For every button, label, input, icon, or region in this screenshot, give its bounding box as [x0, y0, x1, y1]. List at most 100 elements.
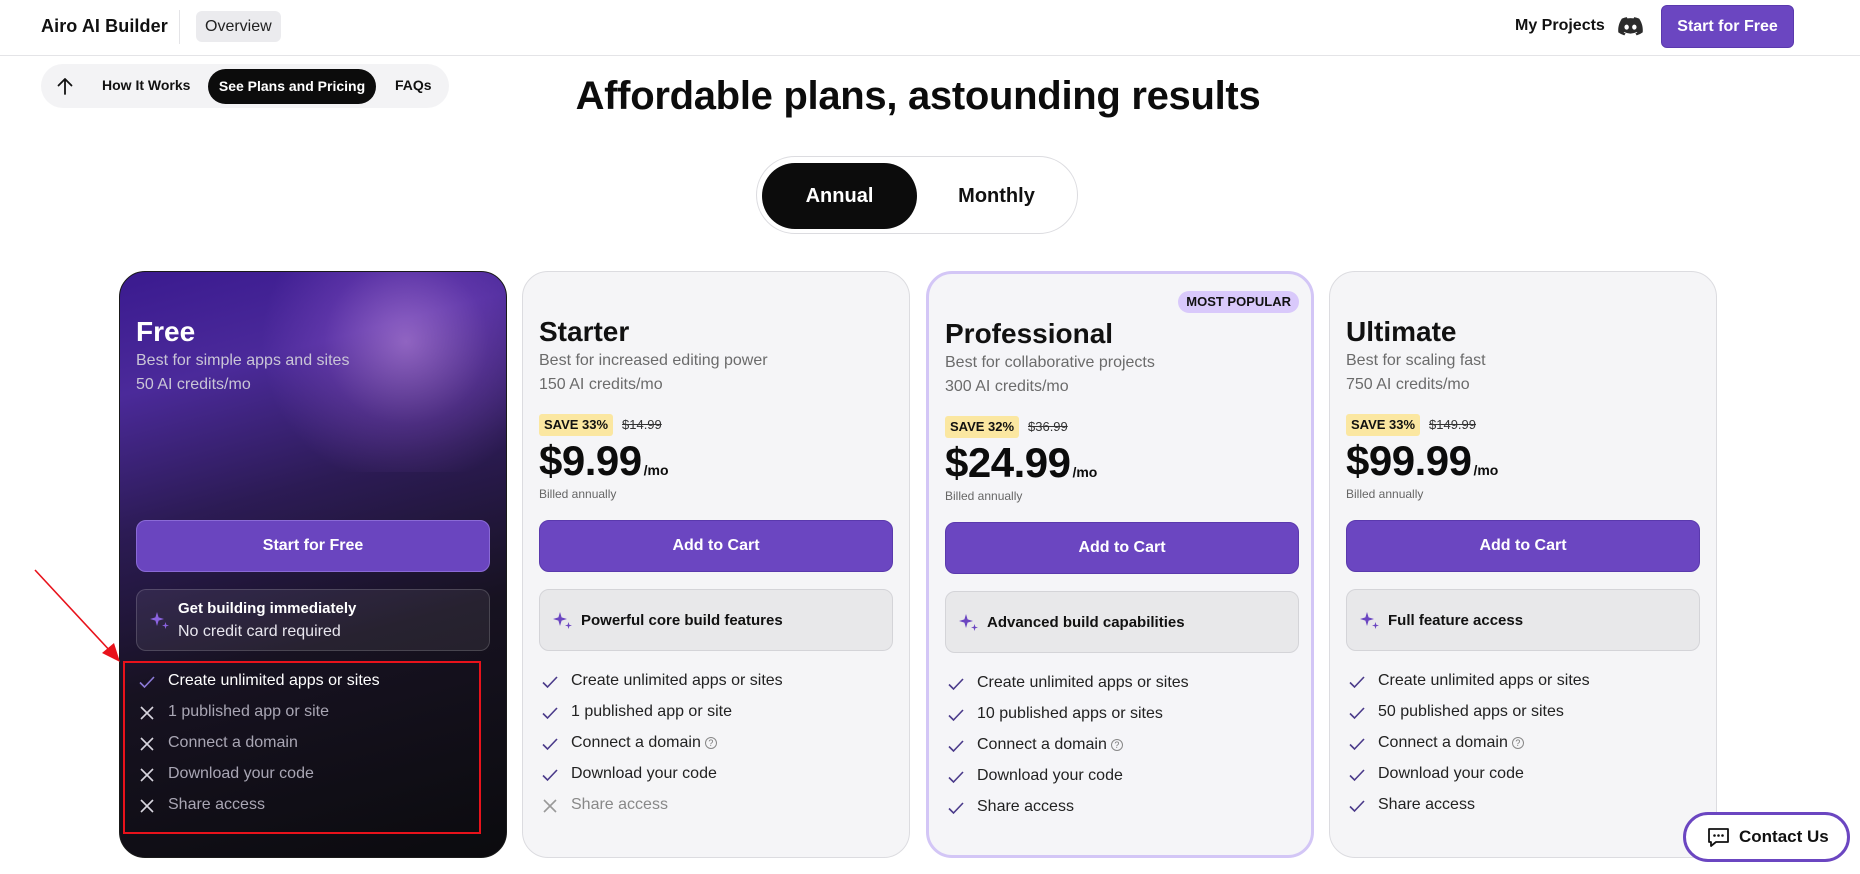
plan-description: Best for collaborative projects — [945, 354, 1155, 371]
contact-us-button[interactable]: Contact Us — [1683, 812, 1850, 862]
billing-note: Billed annually — [945, 489, 1023, 503]
plan-card-professional: MOST POPULAR Professional Best for colla… — [926, 271, 1314, 858]
add-to-cart-button[interactable]: Add to Cart — [945, 522, 1299, 574]
feature-text: Create unlimited apps or sites — [1378, 672, 1590, 689]
feature-highlight: Full feature access — [1346, 589, 1700, 651]
overview-tab[interactable]: Overview — [196, 11, 281, 42]
feature-text: Share access — [977, 798, 1074, 815]
list-item: 10 published apps or sites — [945, 702, 1305, 733]
add-to-cart-button[interactable]: Add to Cart — [1346, 520, 1700, 572]
feature-text: Share access — [1378, 796, 1475, 813]
my-projects-link[interactable]: My Projects — [1515, 17, 1605, 35]
plan-price: $99.99/mo — [1346, 437, 1498, 485]
sparkle-icon — [553, 612, 572, 629]
feature-text: Connect a domain? — [1378, 734, 1524, 752]
price-amount: $9.99 — [539, 437, 642, 484]
contact-us-label: Contact Us — [1739, 827, 1829, 846]
info-icon[interactable]: ? — [1110, 739, 1123, 751]
list-item: Connect a domain? — [539, 731, 899, 762]
plan-name: Starter — [539, 316, 630, 347]
list-item: Download your code — [1346, 762, 1706, 793]
feature-highlight: Get building immediately No credit card … — [136, 589, 490, 651]
chat-bubble-icon — [1708, 828, 1729, 847]
feature-list: Create unlimited apps or sites 50 publis… — [1346, 669, 1706, 824]
info-icon[interactable]: ? — [1511, 737, 1524, 749]
save-badge: SAVE 33% — [1346, 414, 1421, 436]
plan-description: Best for scaling fast — [1346, 352, 1486, 369]
add-to-cart-button[interactable]: Add to Cart — [539, 520, 893, 572]
check-icon — [1349, 800, 1365, 813]
most-popular-badge: MOST POPULAR — [1178, 291, 1299, 313]
feature-text: Download your code — [977, 767, 1123, 784]
check-icon — [1349, 769, 1365, 782]
plan-credits: 300 AI credits/mo — [945, 378, 1069, 395]
check-icon — [542, 769, 558, 782]
top-bar: Airo AI Builder Overview My Projects Sta… — [0, 0, 1860, 56]
feature-text: 10 published apps or sites — [977, 705, 1163, 722]
x-icon — [543, 799, 557, 813]
check-icon — [948, 802, 964, 815]
start-for-free-header-button[interactable]: Start for Free — [1661, 5, 1794, 48]
price-period: /mo — [643, 462, 669, 478]
check-icon — [1349, 707, 1365, 720]
plan-credits: 750 AI credits/mo — [1346, 376, 1470, 393]
list-item: Download your code — [945, 764, 1305, 795]
header-divider — [179, 10, 180, 44]
list-item: Create unlimited apps or sites — [945, 671, 1305, 702]
plan-description: Best for simple apps and sites — [136, 352, 350, 369]
billing-note: Billed annually — [539, 487, 617, 501]
feature-label: Connect a domain — [571, 734, 701, 751]
feature-text: 1 published app or site — [571, 703, 732, 720]
list-item: Create unlimited apps or sites — [1346, 669, 1706, 700]
feature-label: Connect a domain — [977, 736, 1107, 753]
save-badge: SAVE 33% — [539, 414, 614, 436]
list-item: 50 published apps or sites — [1346, 700, 1706, 731]
sparkle-icon — [959, 614, 978, 631]
feature-text: Connect a domain? — [571, 734, 717, 752]
check-icon — [948, 740, 964, 753]
brand-logo[interactable]: Airo AI Builder — [41, 16, 168, 37]
list-item: Download your code — [539, 762, 899, 793]
check-icon — [1349, 676, 1365, 689]
save-badge: SAVE 32% — [945, 416, 1020, 438]
plan-card-starter: Starter Best for increased editing power… — [522, 271, 910, 858]
info-icon[interactable]: ? — [704, 737, 717, 749]
page-title: Affordable plans, astounding results — [575, 74, 1261, 118]
sparkle-icon — [150, 612, 169, 629]
feature-list: Create unlimited apps or sites 1 publish… — [539, 669, 899, 824]
feature-text: Create unlimited apps or sites — [571, 672, 783, 689]
plan-name: Professional — [945, 318, 1114, 349]
start-for-free-button[interactable]: Start for Free — [136, 520, 490, 572]
discord-icon[interactable] — [1618, 14, 1643, 39]
list-item: Share access — [539, 793, 899, 824]
plan-price: $24.99/mo — [945, 439, 1097, 487]
original-price: $36.99 — [1028, 419, 1068, 434]
feature-text: Create unlimited apps or sites — [977, 674, 1189, 691]
check-icon — [948, 709, 964, 722]
price-period: /mo — [1473, 462, 1499, 478]
billing-annual-option[interactable]: Annual — [762, 163, 917, 229]
feature-label: Connect a domain — [1378, 734, 1508, 751]
plan-card-ultimate: Ultimate Best for scaling fast 750 AI cr… — [1329, 271, 1717, 858]
billing-toggle: Annual Monthly — [756, 156, 1078, 234]
annotation-arrow-icon — [34, 569, 120, 662]
billing-monthly-option[interactable]: Monthly — [919, 163, 1074, 229]
list-item: 1 published app or site — [539, 700, 899, 731]
feature-text: Download your code — [571, 765, 717, 782]
feature-text: 50 published apps or sites — [1378, 703, 1564, 720]
plan-credits: 150 AI credits/mo — [539, 376, 663, 393]
feature-title: Advanced build capabilities — [987, 614, 1185, 631]
annotation-highlight-box — [123, 661, 481, 834]
list-item: Create unlimited apps or sites — [539, 669, 899, 700]
feature-highlight: Advanced build capabilities — [945, 591, 1299, 653]
price-amount: $99.99 — [1346, 437, 1472, 484]
feature-title: Get building immediately — [178, 600, 357, 617]
feature-list: Create unlimited apps or sites 10 publis… — [945, 671, 1305, 826]
check-icon — [948, 771, 964, 784]
list-item: Connect a domain? — [1346, 731, 1706, 762]
billing-note: Billed annually — [1346, 487, 1424, 501]
plan-name: Free — [136, 316, 196, 347]
check-icon — [542, 738, 558, 751]
list-item: Connect a domain? — [945, 733, 1305, 764]
plan-credits: 50 AI credits/mo — [136, 376, 251, 393]
